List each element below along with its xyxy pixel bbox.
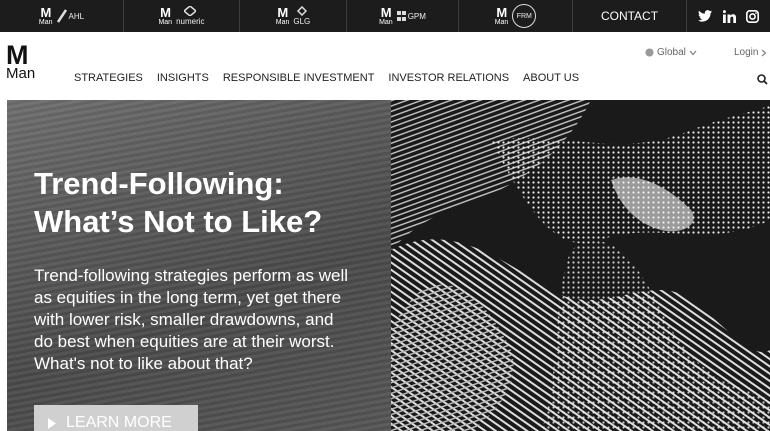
region-selector[interactable]: Global [645,47,697,58]
brand-man-gpm[interactable]: M Man GPM [347,0,459,32]
headline-line-1: Trend-Following: [34,166,284,201]
nav-about-us[interactable]: ABOUT US [523,72,579,84]
man-logo: M Man [158,5,173,26]
globe-icon [645,48,654,57]
description-line: as equities in the long term, yet get th… [34,288,342,307]
headline-line-2: What’s Not to Like? [34,204,323,239]
region-label: Global [657,47,686,58]
login-link[interactable]: Login [734,47,767,58]
brand-man-ahl[interactable]: M Man AHL [0,0,124,32]
gpm-grid-icon [396,11,406,21]
primary-nav: STRATEGIES INSIGHTS RESPONSIBLE INVESTME… [74,72,579,84]
twitter-icon[interactable] [697,10,712,22]
hero-headline: Trend-Following: What’s Not to Like? [34,165,322,241]
login-label: Login [734,47,759,58]
description-line: with lower risk, smaller drawdowns, and [34,310,334,329]
instagram-icon[interactable] [746,9,760,23]
description-line: Trend-following strategies perform as we… [34,266,348,285]
ahl-label: AHL [56,9,84,23]
hero-description: Trend-following strategies perform as we… [34,265,379,375]
brand-man-glg[interactable]: M Man GLG [240,0,347,32]
main-header: M Man STRATEGIES INSIGHTS RESPONSIBLE IN… [0,32,770,100]
linkedin-icon[interactable] [722,9,736,23]
brand-man-numeric[interactable]: M Man numeric [124,0,240,32]
numeric-diamond-icon [184,6,197,16]
nav-responsible-investment[interactable]: RESPONSIBLE INVESTMENT [223,72,375,84]
man-logo: M Man [494,5,509,26]
nav-strategies[interactable]: STRATEGIES [74,72,143,84]
ahl-slash-icon [56,9,67,23]
description-line: do best when equities are at their worst… [34,332,335,351]
frm-circle-icon: FRM [512,4,537,28]
play-triangle-icon [48,417,56,429]
hero-banner: Trend-Following: What’s Not to Like? Tre… [7,100,770,431]
man-logo: M Man [38,5,53,26]
learn-more-label: LEARN MORE [66,414,172,431]
hero-abstract-image [391,100,770,431]
brand-man-frm[interactable]: M Man FRM [459,0,573,32]
man-main-logo[interactable]: M Man [6,42,40,82]
description-line: What's not to like about that? [34,354,253,373]
chevron-down-icon [689,50,697,55]
nav-investor-relations[interactable]: INVESTOR RELATIONS [388,72,509,84]
frm-label: FRM [512,4,537,28]
man-logo: M Man [275,5,290,26]
numeric-label: numeric [176,6,205,26]
nav-insights[interactable]: INSIGHTS [157,72,209,84]
contact-link[interactable]: CONTACT [573,0,687,32]
man-logo: M Man [379,5,393,26]
top-brand-bar: M Man AHL M Man numeric M Man GLG M Man [0,0,770,32]
chevron-right-icon [762,49,767,56]
search-button[interactable] [757,72,768,90]
glg-knot-icon [296,6,307,16]
search-icon [757,74,768,85]
gpm-label: GPM [396,11,426,21]
learn-more-button[interactable]: LEARN MORE [34,405,198,431]
glg-label: GLG [293,6,310,26]
social-links [687,0,770,32]
